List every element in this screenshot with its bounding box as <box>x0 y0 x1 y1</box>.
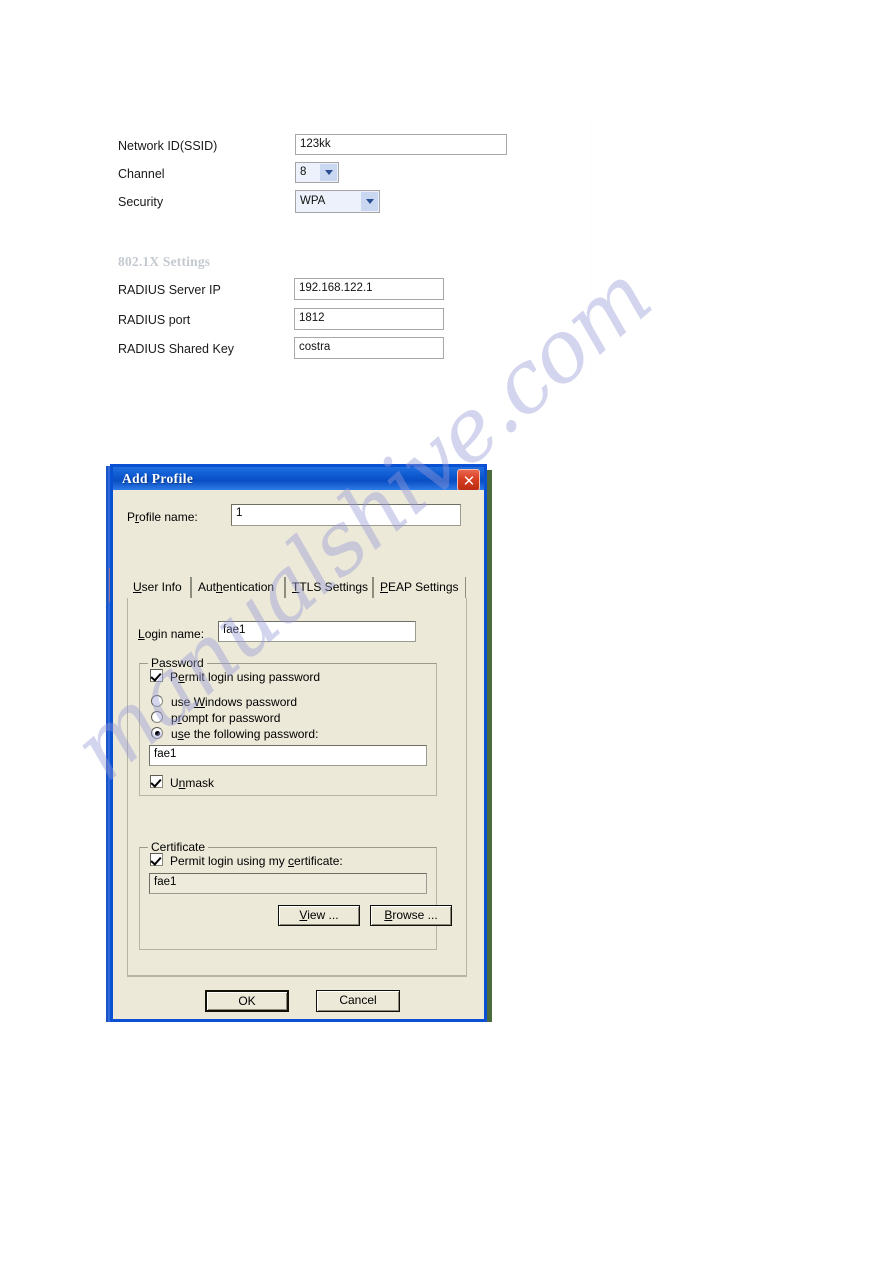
permit-login-password-label: Permit login using password <box>170 670 321 684</box>
profile-name-label: Profile name: <box>127 510 198 524</box>
use-following-password-label: use the following password: <box>171 727 319 741</box>
dialog-title: Add Profile <box>122 470 194 486</box>
cancel-button[interactable]: Cancel <box>316 990 400 1012</box>
radius-shared-key-label: RADIUS Shared Key <box>118 342 235 356</box>
channel-label: Channel <box>118 167 165 181</box>
radius-server-ip-label: RADIUS Server IP <box>118 283 221 297</box>
prompt-for-password-label: prompt for password <box>171 711 281 725</box>
close-icon[interactable] <box>457 469 480 491</box>
form-row-security: Security WPA <box>118 190 588 214</box>
prompt-for-password-radio[interactable] <box>151 711 163 723</box>
tab-user-info[interactable]: User Info <box>127 577 191 598</box>
form-row-ssid: Network ID(SSID) 123kk <box>118 134 588 158</box>
ssid-label: Network ID(SSID) <box>118 139 218 153</box>
scan-edge <box>590 120 591 375</box>
channel-select-value: 8 <box>300 166 307 178</box>
tab-ttls-settings[interactable]: TTLS Settings <box>285 577 373 598</box>
certificate-input[interactable]: fae1 <box>149 873 427 894</box>
login-name-input[interactable]: fae1 <box>218 621 416 642</box>
dialog-body: Profile name: 1 User Info Authentication… <box>110 490 487 1022</box>
use-windows-password-label: use Windows password <box>171 695 298 709</box>
tab-authentication[interactable]: Authentication <box>191 577 285 598</box>
dialog-titlebar[interactable]: Add Profile <box>110 464 487 491</box>
form-row-radius-server-ip: RADIUS Server IP 192.168.122.1 <box>118 278 588 302</box>
form-row-radius-shared-key: RADIUS Shared Key costra <box>118 337 588 361</box>
form-row-channel: Channel 8 <box>118 162 588 186</box>
radius-port-label: RADIUS port <box>118 313 191 327</box>
unmask-label: Unmask <box>170 776 215 790</box>
form-row-radius-port: RADIUS port 1812 <box>118 308 588 332</box>
section-heading-8021x: 802.1X Settings <box>118 254 211 269</box>
channel-select[interactable]: 8 <box>295 162 339 183</box>
password-input[interactable]: fae1 <box>149 745 427 766</box>
use-windows-password-radio[interactable] <box>151 695 163 707</box>
radius-port-input[interactable]: 1812 <box>294 308 444 330</box>
add-profile-dialog: Add Profile Profile name: 1 User Info Au… <box>110 464 487 1022</box>
document-page: Network ID(SSID) 123kk Channel 8 Securit… <box>0 0 893 1263</box>
password-group-title: Password <box>148 656 207 670</box>
permit-login-password-checkbox[interactable] <box>150 669 163 682</box>
tab-strip: User Info Authentication TTLS Settings P… <box>127 577 467 598</box>
view-button[interactable]: View ... <box>278 905 360 926</box>
tab-peap-settings[interactable]: PEAP Settings <box>373 577 466 598</box>
unmask-checkbox[interactable] <box>150 775 163 788</box>
permit-login-certificate-label: Permit login using my certificate: <box>170 854 343 868</box>
dialog-separator <box>127 976 467 977</box>
chevron-down-icon <box>320 164 337 181</box>
security-select[interactable]: WPA <box>295 190 380 213</box>
wireless-settings-form: Network ID(SSID) 123kk Channel 8 Securit… <box>118 130 588 370</box>
profile-name-input[interactable]: 1 <box>231 504 461 526</box>
permit-login-certificate-checkbox[interactable] <box>150 853 163 866</box>
login-name-label: Login name: <box>138 627 205 641</box>
radius-shared-key-input[interactable]: costra <box>294 337 444 359</box>
ok-button[interactable]: OK <box>205 990 289 1012</box>
radius-server-ip-input[interactable]: 192.168.122.1 <box>294 278 444 300</box>
security-select-value: WPA <box>300 195 326 207</box>
certificate-group-title: Certificate <box>148 840 209 854</box>
chevron-down-icon <box>361 192 378 211</box>
security-label: Security <box>118 195 164 209</box>
browse-button[interactable]: Browse ... <box>370 905 452 926</box>
use-following-password-radio[interactable] <box>151 727 163 739</box>
ssid-input[interactable]: 123kk <box>295 134 507 155</box>
